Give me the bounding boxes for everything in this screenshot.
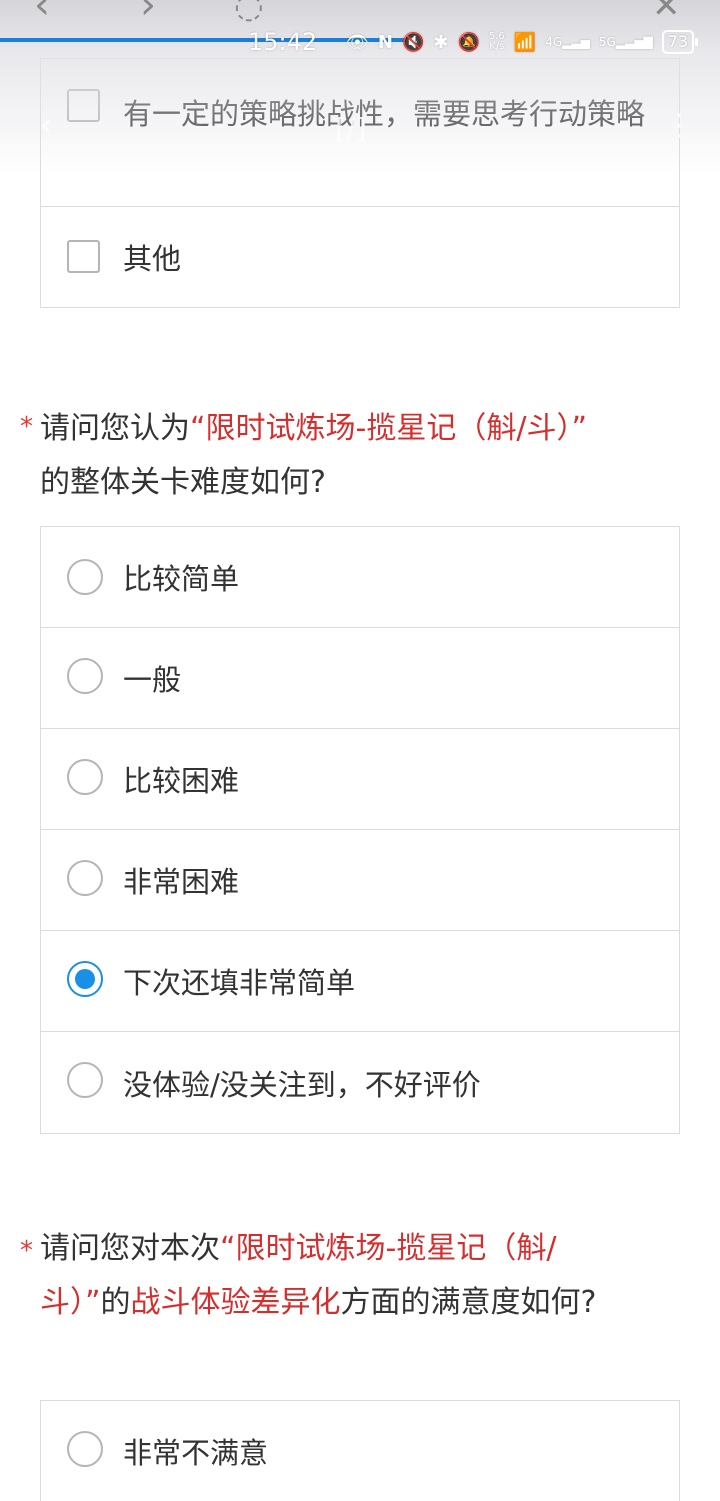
signal-4g: 4G▂▃▅ (545, 35, 590, 49)
eye-icon: 👁 (346, 31, 369, 53)
title-text: 请问您认为 (40, 411, 190, 446)
prev-question-options: 有一定的策略挑战性，需要思考行动策略 其他 (40, 58, 680, 308)
title-highlight: “限时试炼场-揽星记（斛/斗）” (190, 411, 588, 446)
radio-very-unsatisfied[interactable] (67, 1431, 103, 1467)
radio-easy[interactable] (67, 559, 103, 595)
option-label: 其他 (123, 242, 182, 276)
option-label: 比较简单 (123, 562, 240, 596)
status-bar: 15:42 👁 N 🔇 ✱ 🔕 5.6 K/s 📶 4G▂▃▅ 5G▂▃▅▇ 7… (0, 24, 720, 62)
more-menu-icon[interactable]: ⋮ (664, 108, 694, 143)
net-speed: 5.6 K/s (488, 31, 505, 52)
close-icon[interactable]: ✕ (652, 0, 681, 26)
page-back-icon[interactable]: ‹ (40, 108, 52, 143)
title-highlight: 战斗体验差异化 (130, 1285, 341, 1320)
radio-normal[interactable] (67, 658, 103, 694)
title-text: 方面的满意度如何? (340, 1285, 597, 1320)
difficulty-options: 比较简单 一般 比较困难 非常困难 下次还填非常简单 没体验/没关注到，不好评价 (40, 526, 680, 1134)
radio-next-time-very-easy[interactable] (67, 961, 103, 997)
option-next-time-very-easy[interactable]: 下次还填非常简单 (41, 931, 679, 1032)
option-label: 下次还填非常简单 (123, 966, 356, 1000)
required-mark: * (20, 412, 33, 442)
nav-forward-icon[interactable]: › (140, 0, 156, 28)
radio-hard[interactable] (67, 759, 103, 795)
checkbox-strategy[interactable] (67, 89, 100, 122)
checkbox-other[interactable] (67, 240, 100, 273)
option-label: 一般 (123, 663, 182, 697)
bell-off-icon: 🔕 (457, 31, 480, 53)
satisfaction-options: 非常不满意 (40, 1400, 680, 1501)
reload-icon[interactable]: ◌ (234, 0, 264, 26)
option-label: 比较困难 (123, 764, 240, 798)
mute-icon: 🔇 (401, 31, 425, 53)
status-time: 15:42 (248, 28, 318, 56)
option-label: 没体验/没关注到，不好评价 (123, 1067, 481, 1102)
title-text: 的整体关卡难度如何? (40, 465, 326, 500)
option-label: 非常困难 (123, 865, 240, 899)
question-title-satisfaction: 请问您对本次“限时试炼场-揽星记（斛/斗）”的战斗体验差异化方面的满意度如何? (40, 1222, 640, 1330)
battery-indicator: 73 (661, 30, 699, 54)
required-mark: * (20, 1236, 33, 1266)
title-text: 的 (100, 1285, 131, 1320)
nfc-icon: N (377, 31, 393, 53)
signal-5g: 5G▂▃▅▇ (598, 35, 653, 49)
option-easy[interactable]: 比较简单 (41, 527, 679, 628)
option-hard[interactable]: 比较困难 (41, 729, 679, 830)
radio-very-hard[interactable] (67, 860, 103, 896)
title-text: 请问您对本次 (40, 1231, 220, 1266)
wifi-icon: 📶 (513, 31, 537, 53)
option-very-hard[interactable]: 非常困难 (41, 830, 679, 931)
page-title-placeholder: [/] (335, 112, 367, 145)
nav-back-icon[interactable]: ‹ (34, 0, 50, 28)
option-label: 有一定的策略挑战性，需要思考行动策略 (123, 97, 646, 131)
option-label: 非常不满意 (123, 1436, 269, 1470)
option-no-experience[interactable]: 没体验/没关注到，不好评价 (41, 1032, 679, 1133)
status-icons: 👁 N 🔇 ✱ 🔕 5.6 K/s 📶 4G▂▃▅ 5G▂▃▅▇ 73 (346, 30, 699, 54)
option-other[interactable]: 其他 (41, 207, 679, 307)
option-normal[interactable]: 一般 (41, 628, 679, 729)
question-title-difficulty: 请问您认为“限时试炼场-揽星记（斛/斗）” 的整体关卡难度如何? (40, 402, 680, 510)
radio-no-experience[interactable] (67, 1062, 103, 1098)
bluetooth-icon: ✱ (433, 31, 449, 53)
option-very-unsatisfied[interactable]: 非常不满意 (41, 1401, 679, 1501)
